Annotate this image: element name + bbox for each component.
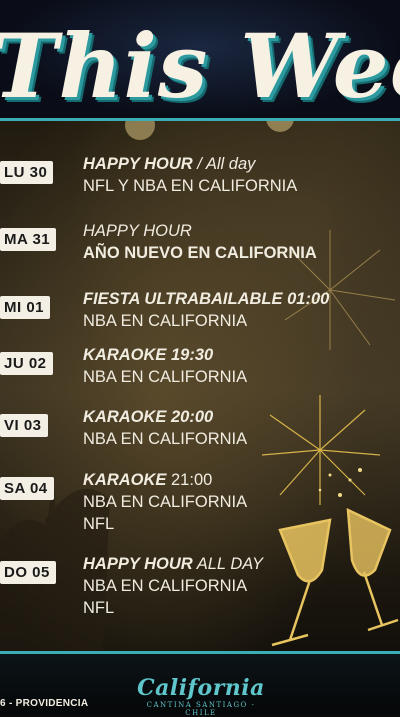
event-line: KARAOKE 19:30 (83, 346, 213, 365)
day-badge: VI 03 (0, 414, 48, 437)
brand-tagline: CANTINA SANTIAGO - CHILE (146, 701, 256, 717)
event-text: KARAOKE 20:00 (83, 408, 214, 426)
event-text: HAPPY HOUR (83, 155, 193, 173)
event-line: NFL Y NBA EN CALIFORNIA (83, 177, 297, 196)
day-badge: MI 01 (0, 296, 51, 319)
champagne-glasses-icon (271, 468, 399, 647)
brand-logo: California (137, 675, 265, 701)
day-badge: DO 05 (0, 561, 56, 584)
event-line: NBA EN CALIFORNIA (83, 493, 247, 512)
event-text: FIESTA ULTRABAILABLE 01:00 (83, 290, 330, 308)
divider (0, 118, 400, 121)
event-line: NFL (83, 515, 114, 534)
day-badge: MA 31 (0, 228, 57, 251)
header-banner: This Week (0, 0, 400, 118)
event-text: AÑO NUEVO EN CALIFORNIA (83, 244, 317, 262)
day-badge: SA 04 (0, 477, 54, 500)
event-line: HAPPY HOUR ALL DAY (83, 555, 263, 574)
event-line: HAPPY HOUR / All day (83, 155, 255, 174)
event-text: NBA EN CALIFORNIA (83, 430, 248, 448)
event-line: KARAOKE 20:00 (83, 408, 213, 427)
event-text: NFL Y NBA EN CALIFORNIA (83, 177, 298, 195)
event-line: NFL (83, 599, 114, 618)
address-text: 6 - PROVIDENCIA (0, 698, 89, 709)
event-text: HAPPY HOUR (83, 222, 192, 240)
day-badge: LU 30 (0, 161, 54, 184)
event-line: NBA EN CALIFORNIA (83, 430, 247, 449)
event-text: NFL (83, 599, 115, 617)
event-text: NBA EN CALIFORNIA (83, 368, 248, 386)
event-line: HAPPY HOUR (83, 222, 192, 241)
event-text: KARAOKE 19:30 (83, 346, 214, 364)
event-text: NBA EN CALIFORNIA (83, 577, 248, 595)
event-line: NBA EN CALIFORNIA (83, 312, 247, 331)
event-text: / All day (192, 155, 256, 173)
day-badge: JU 02 (0, 352, 53, 375)
event-text: KARAOKE (83, 471, 167, 489)
event-text: HAPPY HOUR (83, 555, 193, 573)
event-line: NBA EN CALIFORNIA (83, 368, 247, 387)
footer: 6 - PROVIDENCIA California CANTINA SANTI… (0, 651, 400, 717)
event-text: ALL DAY (192, 555, 264, 573)
event-line: NBA EN CALIFORNIA (83, 577, 247, 596)
event-text: 21:00 (166, 471, 213, 489)
event-text: NBA EN CALIFORNIA (83, 493, 248, 511)
event-text: NBA EN CALIFORNIA (83, 312, 248, 330)
event-line: KARAOKE 21:00 (83, 471, 212, 490)
event-line: AÑO NUEVO EN CALIFORNIA (83, 244, 317, 263)
page-title: This Week (0, 14, 400, 118)
event-line: FIESTA ULTRABAILABLE 01:00 (83, 290, 329, 309)
event-text: NFL (83, 515, 115, 533)
